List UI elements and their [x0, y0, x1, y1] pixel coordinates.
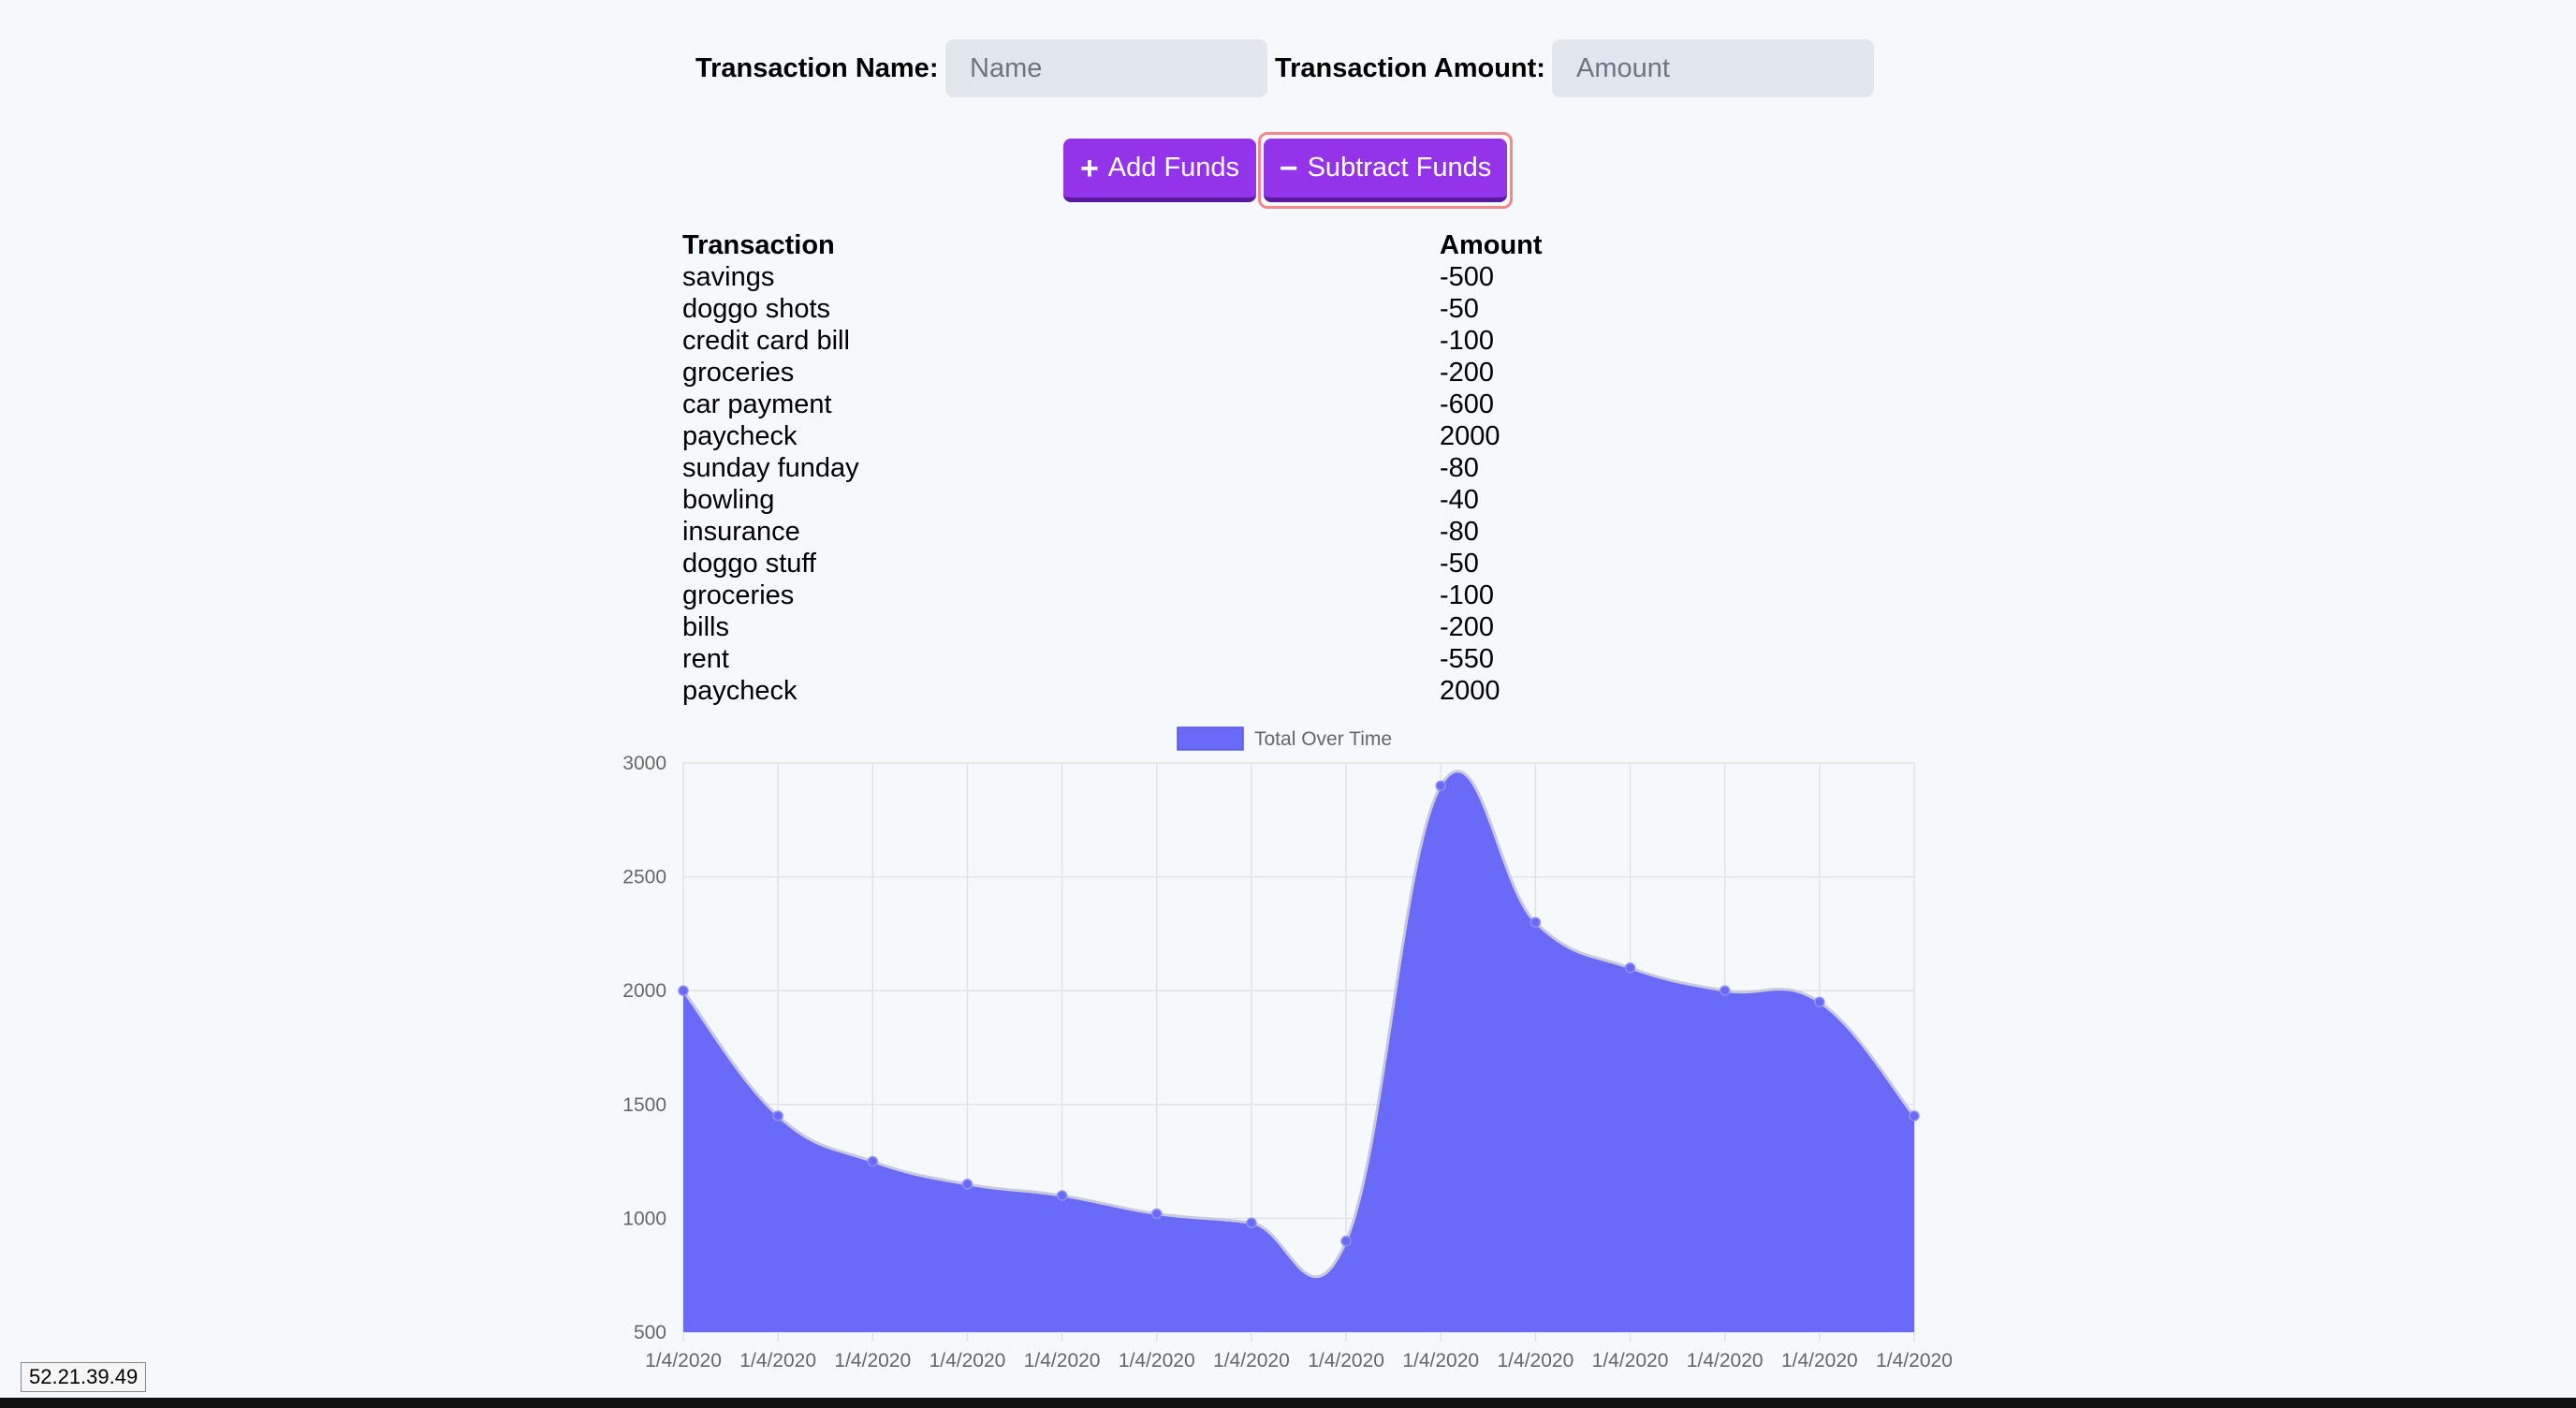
x-tick-label: 1/4/2020	[1308, 1350, 1384, 1371]
data-point	[1814, 996, 1825, 1008]
bottom-bar	[0, 1398, 2576, 1408]
y-tick-label: 3000	[622, 753, 666, 774]
row-name: insurance	[682, 517, 800, 547]
add-funds-button[interactable]: + Add Funds	[1063, 139, 1256, 202]
row-name: paycheck	[682, 421, 798, 451]
table-row: insurance -80	[682, 516, 1618, 548]
transactions-table: Transaction Amount savings -500 doggo sho…	[682, 229, 1618, 707]
row-amount: -80	[1440, 453, 1479, 483]
x-tick-label: 1/4/2020	[645, 1350, 722, 1371]
y-tick-label: 1500	[622, 1094, 666, 1116]
transaction-amount-label: Transaction Amount:	[1275, 53, 1545, 83]
row-name: doggo shots	[682, 294, 831, 324]
row-name: groceries	[682, 580, 795, 610]
row-name: doggo stuff	[682, 549, 816, 579]
x-tick-label: 1/4/2020	[929, 1350, 1006, 1371]
table-row: savings -500	[682, 261, 1618, 293]
y-tick-label: 2000	[622, 980, 666, 1002]
y-tick-label: 1000	[622, 1208, 666, 1229]
data-point	[867, 1155, 879, 1167]
data-point	[1340, 1235, 1352, 1247]
ip-address-badge: 52.21.39.49	[21, 1362, 147, 1392]
row-amount: 2000	[1440, 676, 1500, 706]
row-name: bowling	[682, 485, 775, 515]
table-header: Transaction Amount	[682, 229, 1618, 261]
data-point	[961, 1179, 973, 1190]
header-transaction: Transaction	[682, 230, 835, 260]
series-area	[683, 770, 1914, 1332]
subtract-funds-button[interactable]: − Subtract Funds	[1264, 139, 1507, 202]
row-amount: -100	[1440, 326, 1495, 356]
legend-swatch	[1177, 726, 1244, 751]
x-tick-label: 1/4/2020	[1592, 1350, 1669, 1371]
table-row: bowling -40	[682, 484, 1618, 516]
legend-label: Total Over Time	[1254, 728, 1392, 750]
row-name: sunday funday	[682, 453, 859, 483]
table-row: bills -200	[682, 611, 1618, 643]
subtract-funds-label: Subtract Funds	[1307, 153, 1492, 183]
row-name: bills	[682, 612, 729, 642]
x-tick-label: 1/4/2020	[1687, 1350, 1764, 1371]
row-amount: -200	[1440, 358, 1495, 388]
row-amount: -500	[1440, 262, 1495, 292]
x-tick-label: 1/4/2020	[1024, 1350, 1101, 1371]
table-row: rent -550	[682, 643, 1618, 675]
row-amount: -80	[1440, 517, 1479, 547]
table-row: doggo shots -50	[682, 293, 1618, 325]
plus-icon: +	[1079, 150, 1099, 186]
x-tick-label: 1/4/2020	[1119, 1350, 1195, 1371]
row-name: credit card bill	[682, 326, 850, 356]
transaction-amount-input[interactable]	[1552, 39, 1874, 97]
data-point	[1719, 985, 1731, 996]
table-row: credit card bill -100	[682, 325, 1618, 357]
minus-icon: −	[1279, 150, 1298, 186]
add-funds-label: Add Funds	[1107, 153, 1240, 183]
row-name: rent	[682, 644, 729, 674]
row-amount: -200	[1440, 612, 1495, 642]
y-tick-label: 500	[634, 1322, 666, 1343]
table-row: car payment -600	[682, 389, 1618, 420]
table-row: sunday funday -80	[682, 452, 1618, 484]
transaction-form: Transaction Name: Transaction Amount:	[0, 39, 2576, 97]
data-point	[1435, 780, 1446, 792]
transaction-name-label: Transaction Name:	[695, 53, 939, 83]
x-tick-label: 1/4/2020	[1876, 1350, 1953, 1371]
data-point	[1909, 1110, 1920, 1122]
x-tick-label: 1/4/2020	[739, 1350, 816, 1371]
row-amount: -550	[1440, 644, 1495, 674]
row-name: savings	[682, 262, 775, 292]
row-amount: 2000	[1440, 421, 1500, 451]
data-point	[1624, 962, 1636, 974]
row-amount: -100	[1440, 580, 1495, 610]
table-row: paycheck 2000	[682, 420, 1618, 452]
row-amount: -40	[1440, 485, 1479, 515]
row-amount: -50	[1440, 549, 1479, 579]
x-tick-label: 1/4/2020	[1213, 1350, 1290, 1371]
row-amount: -50	[1440, 294, 1479, 324]
y-tick-label: 2500	[622, 867, 666, 888]
row-amount: -600	[1440, 389, 1495, 419]
data-point	[678, 985, 689, 996]
x-tick-label: 1/4/2020	[1781, 1350, 1858, 1371]
x-tick-label: 1/4/2020	[1498, 1350, 1574, 1371]
row-name: car payment	[682, 389, 832, 419]
data-point	[1151, 1208, 1163, 1220]
data-point	[772, 1110, 783, 1122]
x-tick-label: 1/4/2020	[1402, 1350, 1479, 1371]
data-point	[1246, 1217, 1257, 1229]
table-row: groceries -100	[682, 579, 1618, 611]
table-row: groceries -200	[682, 357, 1618, 389]
row-name: groceries	[682, 358, 795, 388]
transaction-name-input[interactable]	[945, 39, 1267, 97]
x-tick-label: 1/4/2020	[834, 1350, 911, 1371]
table-row: doggo stuff -50	[682, 548, 1618, 579]
total-over-time-chart: 500 1000 1500 2000 2500 3000 1/4/2020 1/4/2020 1…	[622, 726, 1953, 1371]
header-amount: Amount	[1440, 230, 1543, 260]
row-name: paycheck	[682, 676, 798, 706]
table-row: paycheck 2000	[682, 675, 1618, 707]
data-point	[1056, 1190, 1068, 1201]
data-point	[1530, 917, 1542, 928]
